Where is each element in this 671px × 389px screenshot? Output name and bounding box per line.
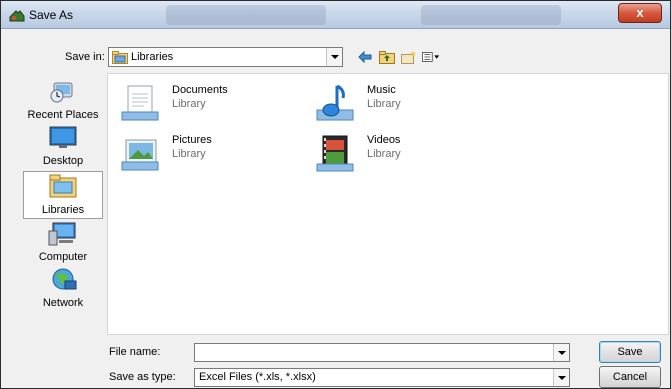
item-type: Library (172, 98, 206, 110)
close-button[interactable]: x (618, 3, 662, 23)
title-blur (421, 5, 561, 25)
save-as-dialog: Save As x Save in: Libraries Recent Plac… (0, 0, 671, 389)
item-name: Music (367, 84, 396, 96)
file-name-input[interactable] (194, 343, 570, 362)
list-item[interactable]: Documents Library (118, 82, 298, 128)
save-as-type-value: Excel Files (*.xls, *.xlsx) (199, 371, 316, 383)
save-as-type-dropdown[interactable]: Excel Files (*.xls, *.xlsx) (194, 368, 570, 387)
place-label: Computer (38, 251, 88, 263)
save-in-value: Libraries (131, 51, 174, 63)
chevron-down-icon[interactable] (326, 48, 342, 66)
title-bar[interactable]: Save As x (1, 1, 670, 29)
place-label: Recent Places (27, 109, 99, 121)
back-arrow-icon[interactable] (356, 48, 374, 66)
item-type: Library (367, 98, 401, 110)
videos-library-icon (313, 132, 357, 176)
cancel-button[interactable]: Cancel (599, 366, 661, 388)
list-item[interactable]: Videos Library (313, 132, 493, 178)
new-folder-icon[interactable] (400, 48, 418, 66)
place-network[interactable]: Network (23, 267, 103, 311)
place-recent-places[interactable]: Recent Places (23, 79, 103, 123)
save-button[interactable]: Save (599, 341, 661, 363)
item-name: Videos (367, 134, 401, 146)
place-libraries[interactable]: Libraries (23, 171, 103, 219)
item-name: Documents (172, 84, 228, 96)
chevron-down-icon[interactable] (553, 369, 569, 386)
desktop-icon (47, 126, 79, 154)
place-label: Libraries (41, 204, 85, 216)
pictures-library-icon (118, 132, 162, 176)
recent-places-icon (48, 82, 78, 108)
item-type: Library (172, 148, 206, 160)
place-label: Desktop (42, 155, 84, 167)
save-in-dropdown[interactable]: Libraries (108, 47, 343, 67)
network-icon (47, 268, 79, 296)
list-item[interactable]: Pictures Library (118, 132, 298, 178)
title-blur (166, 5, 326, 25)
save-in-label: Save in: (65, 51, 105, 63)
window-title: Save As (29, 8, 74, 22)
chevron-down-icon[interactable] (553, 344, 569, 361)
libraries-icon (47, 174, 79, 203)
place-computer[interactable]: Computer (23, 221, 103, 265)
places-bar: Recent Places Desktop Libraries Computer… (23, 73, 103, 327)
place-desktop[interactable]: Desktop (23, 125, 103, 169)
libraries-folder-icon (112, 51, 128, 67)
file-list[interactable]: Documents Library Music Library Pictures… (107, 73, 669, 335)
file-name-label: File name: (109, 346, 161, 358)
documents-library-icon (118, 82, 162, 126)
view-menu-icon[interactable] (422, 48, 440, 66)
place-label: Network (42, 297, 84, 309)
app-icon (9, 7, 25, 23)
computer-icon (47, 222, 79, 250)
up-folder-icon[interactable] (378, 48, 396, 66)
music-library-icon (313, 82, 357, 126)
save-as-type-label: Save as type: (109, 371, 176, 383)
list-item[interactable]: Music Library (313, 82, 493, 128)
item-type: Library (367, 148, 401, 160)
item-name: Pictures (172, 134, 212, 146)
